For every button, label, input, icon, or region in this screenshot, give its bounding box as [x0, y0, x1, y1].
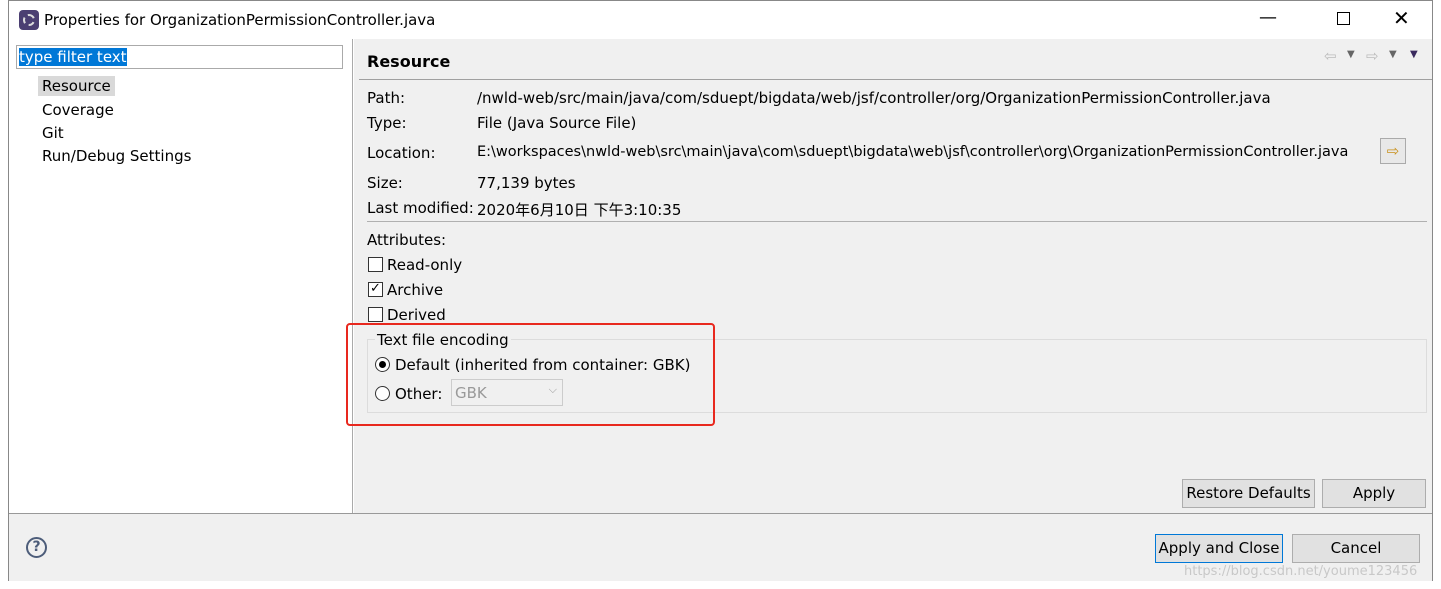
- properties-dialog: Properties for OrganizationPermissionCon…: [8, 0, 1433, 581]
- divider: [359, 79, 1432, 80]
- type-value: File (Java Source File): [477, 114, 637, 132]
- show-in-explorer-button[interactable]: ⇨: [1380, 138, 1406, 164]
- back-icon[interactable]: ⇦: [1324, 47, 1337, 65]
- apply-and-close-button[interactable]: Apply and Close: [1155, 534, 1283, 563]
- help-icon[interactable]: ?: [26, 537, 47, 558]
- page-title: Resource: [367, 52, 451, 71]
- tree-item-coverage[interactable]: Coverage: [42, 101, 114, 119]
- modified-label: Last modified:: [367, 199, 474, 217]
- resource-page: Resource ⇦ ▼ ⇨ ▼ ▼ Path: /nwld-web/src/m…: [346, 39, 1432, 513]
- archive-checkbox[interactable]: ✓: [368, 282, 383, 297]
- view-menu-icon[interactable]: ▼: [1410, 49, 1418, 60]
- watermark: https://blog.csdn.net/youme123456: [1184, 564, 1418, 579]
- window-title: Properties for OrganizationPermissionCon…: [44, 11, 436, 29]
- read-only-checkbox[interactable]: [368, 257, 383, 272]
- derived-label: Derived: [387, 306, 446, 324]
- button-bar: ? Apply and Close Cancel https://blog.cs…: [9, 513, 1432, 581]
- tree-item-git[interactable]: Git: [42, 124, 64, 142]
- minimize-button[interactable]: —: [1259, 7, 1277, 28]
- derived-checkbox[interactable]: [368, 307, 383, 322]
- modified-value: 2020年6月10日 下午3:10:35: [477, 201, 682, 219]
- attributes-label: Attributes:: [367, 231, 447, 249]
- close-button[interactable]: ✕: [1393, 6, 1410, 30]
- read-only-label: Read-only: [387, 256, 463, 274]
- restore-defaults-button[interactable]: Restore Defaults: [1182, 479, 1315, 508]
- tree-item-resource[interactable]: Resource: [38, 76, 115, 96]
- eclipse-icon: [19, 10, 39, 30]
- divider: [367, 221, 1427, 222]
- path-value: /nwld-web/src/main/java/com/sduept/bigda…: [477, 89, 1271, 107]
- size-label: Size:: [367, 174, 403, 192]
- size-value: 77,139 bytes: [477, 174, 576, 192]
- location-value: E:\workspaces\nwld-web\src\main\java\com…: [477, 144, 1349, 160]
- cancel-button[interactable]: Cancel: [1292, 534, 1420, 563]
- forward-dropdown-icon[interactable]: ▼: [1389, 49, 1397, 60]
- archive-label: Archive: [387, 281, 444, 299]
- annotation-highlight: [346, 323, 715, 426]
- back-dropdown-icon[interactable]: ▼: [1347, 49, 1355, 60]
- location-label: Location:: [367, 144, 436, 162]
- tree-item-run-debug[interactable]: Run/Debug Settings: [42, 147, 191, 165]
- filter-input[interactable]: type filter text: [16, 45, 343, 69]
- type-label: Type:: [367, 114, 407, 132]
- path-label: Path:: [367, 89, 406, 107]
- maximize-button[interactable]: [1337, 12, 1350, 25]
- title-bar: Properties for OrganizationPermissionCon…: [9, 1, 1432, 39]
- apply-button[interactable]: Apply: [1322, 479, 1426, 508]
- forward-icon[interactable]: ⇨: [1366, 47, 1379, 65]
- category-panel: type filter text Resource Coverage Git R…: [9, 39, 353, 513]
